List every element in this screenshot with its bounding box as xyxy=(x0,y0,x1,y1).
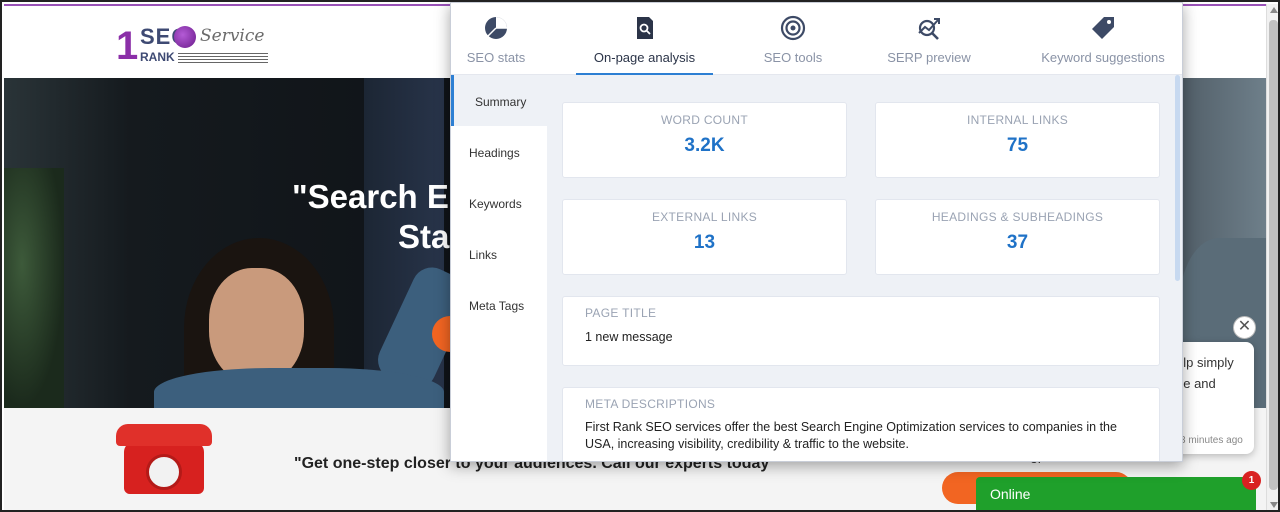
tab-label: SEO stats xyxy=(466,50,526,65)
site-logo[interactable]: 1 SEO Service RANK xyxy=(116,22,276,70)
word-count-card: WORD COUNT 3.2K xyxy=(562,102,847,178)
telephone-icon xyxy=(116,422,216,494)
stat-value: 75 xyxy=(1006,135,1029,156)
chat-status: Online xyxy=(990,486,1031,502)
tab-seo-tools[interactable]: SEO tools xyxy=(751,3,835,75)
plant-image xyxy=(4,168,64,408)
logo-service: Service xyxy=(200,26,265,46)
summary-content: WORD COUNT 3.2K INTERNAL LINKS 75 EXTERN… xyxy=(547,75,1173,461)
stat-value: 3.2K xyxy=(684,135,725,156)
logo-globe-icon xyxy=(174,26,196,48)
page-title-value[interactable]: 1 new message xyxy=(585,329,1137,346)
page-title-card: PAGE TITLE 1 new message xyxy=(562,296,1160,366)
internal-links-card: INTERNAL LINKS 75 xyxy=(875,102,1160,178)
pie-chart-icon xyxy=(485,17,507,39)
stat-title: WORD COUNT xyxy=(661,113,748,127)
stat-value: 37 xyxy=(1006,232,1029,253)
document-search-icon xyxy=(636,17,653,39)
scroll-up-icon[interactable] xyxy=(1270,7,1278,13)
trend-search-icon xyxy=(918,18,940,40)
target-icon xyxy=(780,15,806,41)
nav-links[interactable]: Links xyxy=(451,228,547,279)
popup-scrollbar-thumb[interactable] xyxy=(1175,75,1180,281)
logo-one: 1 xyxy=(116,24,139,68)
stat-title: HEADINGS & SUBHEADINGS xyxy=(931,210,1104,224)
stat-title: INTERNAL LINKS xyxy=(966,113,1069,127)
hero-title: "Search En xyxy=(292,178,470,215)
logo-lines xyxy=(178,53,268,63)
nav-meta-tags[interactable]: Meta Tags xyxy=(451,279,547,330)
nav-summary[interactable]: Summary xyxy=(451,75,547,126)
chat-unread-badge: 1 xyxy=(1242,471,1261,490)
chat-timestamp: 3 minutes ago xyxy=(1180,435,1243,446)
tab-on-page-analysis[interactable]: On-page analysis xyxy=(576,3,713,75)
nav-headings[interactable]: Headings xyxy=(451,126,547,177)
tab-label: On-page analysis xyxy=(593,50,696,65)
meta-descriptions-card: META DESCRIPTIONS First Rank SEO service… xyxy=(562,387,1160,461)
chat-message-line1: elp simply xyxy=(1176,355,1234,370)
tab-keyword-suggestions[interactable]: Keyword suggestions xyxy=(1033,3,1173,75)
meta-descriptions-label: META DESCRIPTIONS xyxy=(585,397,716,411)
scrollbar-thumb[interactable] xyxy=(1269,20,1278,490)
nav-keywords[interactable]: Keywords xyxy=(451,177,547,228)
popup-scrollbar[interactable] xyxy=(1173,75,1182,461)
logo-rank: RANK xyxy=(140,50,175,64)
meta-descriptions-value[interactable]: First Rank SEO services offer the best S… xyxy=(585,419,1137,453)
external-links-card: EXTERNAL LINKS 13 xyxy=(562,199,847,275)
seo-extension-popup: SEO stats On-page analysis SEO tools SER… xyxy=(450,2,1183,462)
page-scrollbar[interactable] xyxy=(1266,4,1278,510)
tag-icon xyxy=(1092,17,1114,39)
tab-label: SEO tools xyxy=(763,50,823,65)
page-title-label: PAGE TITLE xyxy=(585,306,657,320)
extension-tab-bar: SEO stats On-page analysis SEO tools SER… xyxy=(451,3,1182,75)
chat-online-button[interactable]: Online xyxy=(976,477,1256,510)
tab-seo-stats[interactable]: SEO stats xyxy=(451,3,541,75)
tab-serp-preview[interactable]: SERP preview xyxy=(879,3,979,75)
tab-label: Keyword suggestions xyxy=(1041,50,1165,65)
headings-card: HEADINGS & SUBHEADINGS 37 xyxy=(875,199,1160,275)
hero-title-line2: Sta xyxy=(398,218,450,255)
chat-close-icon[interactable]: ✕ xyxy=(1233,316,1256,339)
browser-viewport: 1 SEO Service RANK "Search En Sta "Get o… xyxy=(0,0,1280,512)
stat-value: 13 xyxy=(693,232,716,253)
stat-title: EXTERNAL LINKS xyxy=(651,210,758,224)
analysis-side-nav: Summary Headings Keywords Links Meta Tag… xyxy=(451,75,547,461)
scroll-down-icon[interactable] xyxy=(1270,502,1278,508)
chat-message-line2: ne and xyxy=(1176,376,1216,391)
tab-label: SERP preview xyxy=(887,50,971,65)
